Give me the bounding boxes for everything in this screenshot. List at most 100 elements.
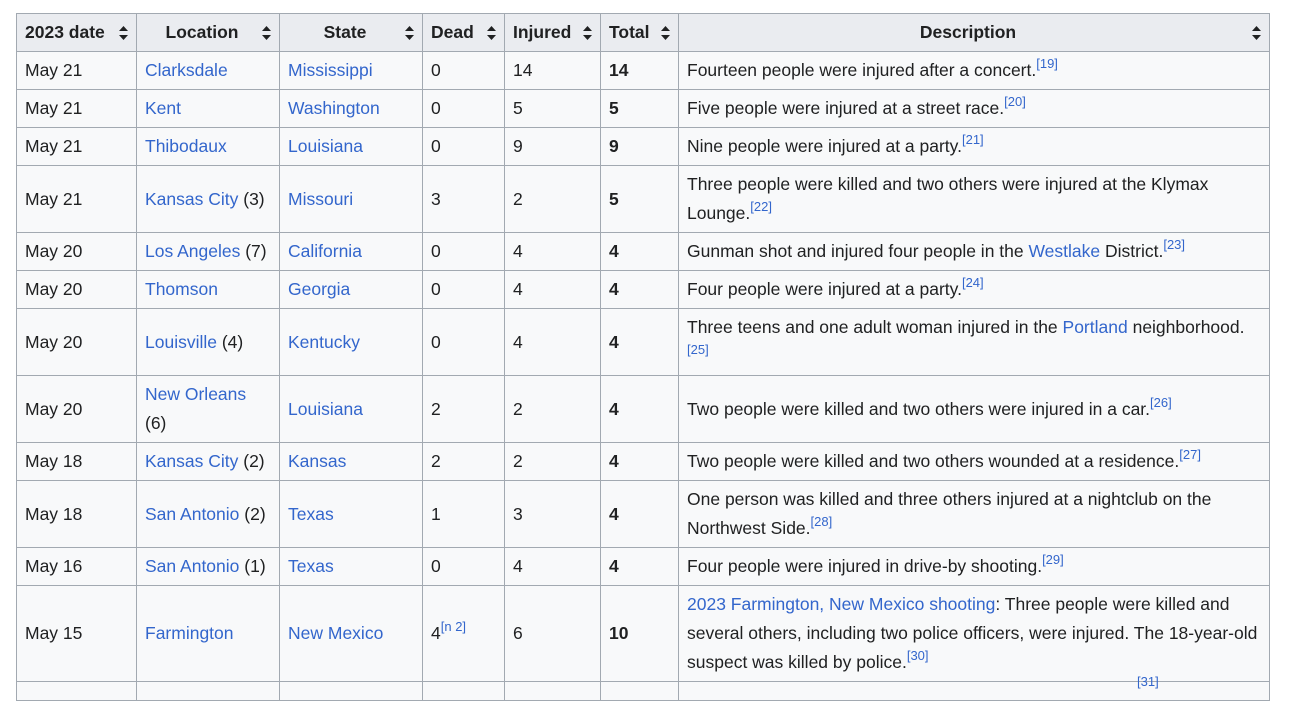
location-cell: Kansas City (3)	[136, 165, 280, 233]
injured-cell: 4	[504, 308, 601, 376]
citation-reference[interactable]: [27]	[1179, 447, 1201, 462]
state-link[interactable]: Louisiana	[288, 136, 363, 156]
sort-icon[interactable]	[583, 25, 592, 40]
state-link[interactable]: Missouri	[288, 189, 353, 209]
sort-icon[interactable]	[487, 25, 496, 40]
description-cell: Fourteen people were injured after a con…	[678, 51, 1270, 90]
sort-icon[interactable]	[661, 25, 670, 40]
total-cell: 5	[600, 165, 679, 233]
date-cell: May 18	[16, 442, 137, 481]
state-link[interactable]: Kansas	[288, 451, 346, 471]
column-header-total[interactable]: Total	[600, 13, 679, 52]
injured-cell: 6	[504, 585, 601, 682]
state-link[interactable]: Texas	[288, 504, 334, 524]
location-link[interactable]: Louisville	[145, 332, 217, 352]
description-text: Five people were injured at a street rac…	[687, 98, 1005, 118]
description-text-tail: District.	[1100, 241, 1164, 261]
location-link[interactable]: San Antonio	[145, 504, 239, 524]
state-link[interactable]: Louisiana	[288, 399, 363, 419]
state-cell: New Mexico	[279, 585, 423, 682]
citation-reference[interactable]: [24]	[962, 275, 984, 290]
citation-reference[interactable]: [30]	[907, 648, 929, 663]
date-cell: May 21	[16, 51, 137, 90]
description-text: Nine people were injured at a party.	[687, 136, 962, 156]
date-cell: May 21	[16, 165, 137, 233]
dead-cell: 0	[422, 232, 505, 271]
citation-reference[interactable]: [28]	[811, 514, 833, 529]
location-link[interactable]: Kent	[145, 98, 181, 118]
injured-cell: 4	[504, 547, 601, 586]
state-link[interactable]: Kentucky	[288, 332, 360, 352]
citation-reference[interactable]: [22]	[750, 199, 772, 214]
date-cell: May 21	[16, 127, 137, 166]
state-cell: Louisiana	[279, 127, 423, 166]
article-link[interactable]: 2023 Farmington, New Mexico shooting	[687, 594, 995, 614]
state-link[interactable]: Washington	[288, 98, 380, 118]
table-row: [31]	[16, 675, 1270, 701]
state-link[interactable]: Georgia	[288, 279, 350, 299]
location-link[interactable]: Kansas City	[145, 451, 238, 471]
note-reference[interactable]: [n 2]	[441, 619, 466, 634]
dead-cell: 0	[422, 270, 505, 309]
location-link[interactable]: Kansas City	[145, 189, 238, 209]
column-header-location[interactable]: Location	[136, 13, 280, 52]
dead-cell: 0	[422, 127, 505, 166]
column-header-date[interactable]: 2023 date	[16, 13, 137, 52]
description-text-tail: neighborhood.	[1127, 317, 1245, 337]
location-cell	[136, 681, 280, 701]
state-link[interactable]: Texas	[288, 556, 334, 576]
location-cell: San Antonio (1)	[136, 547, 280, 586]
location-link[interactable]: Los Angeles	[145, 241, 240, 261]
location-incident-count: (2)	[239, 503, 266, 524]
state-link[interactable]: Mississippi	[288, 60, 373, 80]
location-link[interactable]: Farmington	[145, 623, 234, 643]
injured-cell: 2	[504, 442, 601, 481]
citation-reference[interactable]: [21]	[962, 132, 984, 147]
place-link[interactable]: Westlake	[1028, 241, 1100, 261]
citation-reference[interactable]: [29]	[1042, 552, 1064, 567]
dead-cell: 0	[422, 308, 505, 376]
state-cell: Missouri	[279, 165, 423, 233]
location-link[interactable]: Thomson	[145, 279, 218, 299]
location-link[interactable]: New Orleans	[145, 384, 246, 404]
state-cell: Washington	[279, 89, 423, 128]
place-link[interactable]: Portland	[1063, 317, 1128, 337]
location-incident-count: (7)	[240, 241, 267, 261]
injured-cell: 2	[504, 375, 601, 443]
column-header-dead[interactable]: Dead	[422, 13, 505, 52]
table-row: May 21 Kansas City (3) Missouri 3 2 5 Three pe…	[16, 165, 1270, 233]
sort-icon[interactable]	[1252, 25, 1261, 40]
total-cell: 5	[600, 89, 679, 128]
state-cell: Texas	[279, 480, 423, 548]
table-row: May 21 Kent Washington 0 5 5 Five people were …	[16, 89, 1270, 128]
date-cell: May 20	[16, 270, 137, 309]
location-link[interactable]: San Antonio	[145, 556, 239, 576]
citation-reference[interactable]: [19]	[1036, 56, 1058, 71]
state-link[interactable]: New Mexico	[288, 623, 383, 643]
description-text: One person was killed and three others i…	[687, 489, 1212, 538]
description-cell: Nine people were injured at a party.[21]	[678, 127, 1270, 166]
date-cell: May 15	[16, 585, 137, 682]
sort-icon[interactable]	[262, 25, 271, 40]
column-header-description[interactable]: Description	[678, 13, 1270, 52]
location-cell: Thomson	[136, 270, 280, 309]
location-link[interactable]: Clarksdale	[145, 60, 228, 80]
citation-reference[interactable]: [23]	[1163, 237, 1185, 252]
description-cell: Two people were killed and two others wo…	[678, 442, 1270, 481]
citation-reference[interactable]: [20]	[1004, 94, 1026, 109]
description-text: Two people were killed and two others wo…	[687, 451, 1180, 471]
location-cell: Farmington	[136, 585, 280, 682]
dead-cell: 0	[422, 51, 505, 90]
state-link[interactable]: California	[288, 241, 362, 261]
location-cell: Kansas City (2)	[136, 442, 280, 481]
sort-icon[interactable]	[405, 25, 414, 40]
state-cell: Louisiana	[279, 375, 423, 443]
description-text: Two people were killed and two others we…	[687, 398, 1151, 419]
column-header-injured[interactable]: Injured	[504, 13, 601, 52]
sort-icon[interactable]	[119, 25, 128, 40]
injured-cell: 4	[504, 270, 601, 309]
column-header-state[interactable]: State	[279, 13, 423, 52]
location-link[interactable]: Thibodaux	[145, 136, 227, 156]
citation-reference[interactable]: [25]	[687, 342, 709, 357]
citation-reference[interactable]: [26]	[1150, 395, 1172, 410]
